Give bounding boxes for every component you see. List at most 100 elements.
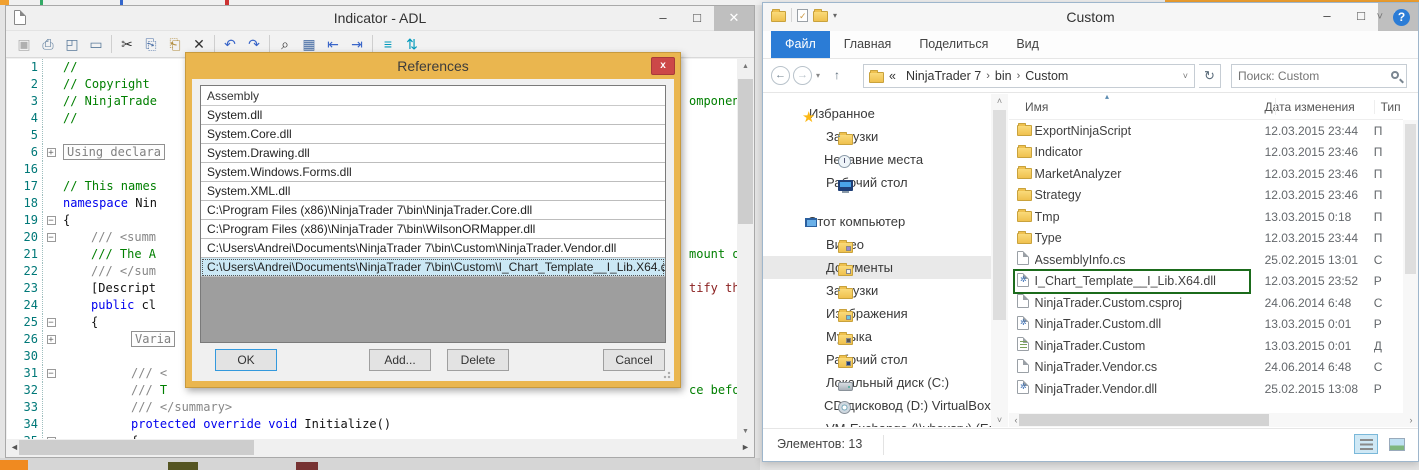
file-row[interactable]: ExportNinjaScript 12.03.2015 23:44 П xyxy=(1009,120,1403,142)
fold-marker[interactable]: − xyxy=(43,315,59,332)
fold-marker[interactable]: − xyxy=(43,230,59,247)
thumbnails-view-button[interactable] xyxy=(1384,434,1408,454)
minimize-button[interactable]: – xyxy=(1310,3,1344,31)
file-row[interactable]: I_Chart_Template__I_Lib.X64.dll 12.03.201… xyxy=(1009,268,1403,294)
dialog-close-button[interactable]: x xyxy=(651,57,675,75)
ribbon-tab-вид[interactable]: Вид xyxy=(1002,31,1053,58)
assembly-row[interactable]: C:\Users\Andrei\Documents\NinjaTrader 7\… xyxy=(201,258,665,277)
address-dropdown-icon[interactable]: ˅ xyxy=(1183,71,1194,81)
assembly-row[interactable]: C:\Program Files (x86)\NinjaTrader 7\bin… xyxy=(201,201,665,220)
editor-vertical-scrollbar[interactable]: ▲ ▼ xyxy=(737,59,754,439)
ok-button[interactable]: OK xyxy=(215,349,277,371)
minus-fold-icon[interactable]: − xyxy=(46,216,56,226)
details-view-button[interactable] xyxy=(1354,434,1378,454)
nav-section-0[interactable]: ★Избранное xyxy=(763,102,991,125)
scrollbar-thumb[interactable] xyxy=(993,110,1006,320)
assembly-row[interactable]: System.Windows.Forms.dll xyxy=(201,163,665,182)
nav-item[interactable]: VM-Exchange (\\vboxsrv) (E:) xyxy=(763,417,991,427)
cancel-button[interactable]: Cancel xyxy=(603,349,665,371)
print-preview-icon[interactable]: ◰ xyxy=(60,33,84,55)
recent-locations-icon[interactable]: ▾ xyxy=(816,71,820,80)
nav-item[interactable]: Рабочий стол xyxy=(763,171,991,194)
assembly-row[interactable]: System.XML.dll xyxy=(201,182,665,201)
maximize-button[interactable]: □ xyxy=(1344,3,1378,31)
dialog-titlebar[interactable]: References x xyxy=(186,53,680,79)
explorer-titlebar[interactable]: ▾ Custom – □ ✕ xyxy=(763,3,1418,31)
close-button[interactable]: ✕ xyxy=(714,6,754,31)
minus-fold-icon[interactable]: − xyxy=(46,233,56,243)
file-list-vertical-scrollbar[interactable] xyxy=(1403,120,1418,413)
nav-item[interactable]: Рабочий стол xyxy=(763,348,991,371)
column-header-name[interactable]: Имя ▴ xyxy=(1009,94,1265,114)
scrollbar-thumb[interactable] xyxy=(1019,414,1269,426)
assembly-row[interactable]: System.dll xyxy=(201,106,665,125)
nav-section-1[interactable]: Этот компьютер xyxy=(763,210,991,233)
search-input[interactable] xyxy=(1238,67,1378,85)
properties-icon[interactable]: ▭ xyxy=(84,33,108,55)
navigation-scrollbar[interactable]: ˄ ˅ xyxy=(991,94,1008,427)
column-divider[interactable] xyxy=(1275,98,1276,115)
address-bar[interactable]: « NinjaTrader 7 › bin › Custom ˅ xyxy=(863,64,1195,88)
nav-item[interactable]: Музыка xyxy=(763,325,991,348)
scrollbar-thumb[interactable] xyxy=(1405,124,1416,274)
cut-icon[interactable]: ✂ xyxy=(115,33,139,55)
file-row[interactable]: Indicator 12.03.2015 23:46 П xyxy=(1009,142,1403,164)
fold-marker[interactable]: − xyxy=(43,213,59,230)
nav-item[interactable]: ↓Загрузки xyxy=(763,279,991,302)
column-header-type[interactable]: Тип xyxy=(1373,99,1403,114)
ribbon-tab-файл[interactable]: Файл xyxy=(771,31,830,58)
nav-item[interactable]: ↓Загрузки xyxy=(763,125,991,148)
file-row[interactable]: NinjaTrader.Vendor.cs 24.06.2014 6:48 C xyxy=(1009,357,1403,379)
assembly-row[interactable]: System.Drawing.dll xyxy=(201,144,665,163)
column-header-date[interactable]: Дата изменения xyxy=(1265,100,1374,114)
scroll-up-icon[interactable]: ▲ xyxy=(737,59,754,74)
add-button[interactable]: Add... xyxy=(369,349,431,371)
ribbon-tab-поделиться[interactable]: Поделиться xyxy=(905,31,1002,58)
paste-icon[interactable]: ⎗ xyxy=(163,33,187,55)
breadcrumb-item[interactable]: Custom xyxy=(1020,69,1073,83)
file-row[interactable]: Strategy 12.03.2015 23:46 П xyxy=(1009,185,1403,207)
nav-item[interactable]: Видео xyxy=(763,233,991,256)
file-row[interactable]: NinjaTrader.Vendor.dll 25.02.2015 13:08 Р xyxy=(1009,378,1403,400)
scrollbar-thumb[interactable] xyxy=(19,440,254,455)
fold-marker[interactable]: + xyxy=(43,332,59,349)
breadcrumb-ellipsis[interactable]: « xyxy=(884,69,901,83)
maximize-button[interactable]: □ xyxy=(680,6,714,31)
nav-item[interactable]: Недавние места xyxy=(763,148,991,171)
minus-fold-icon[interactable]: − xyxy=(46,318,56,328)
nav-item[interactable]: Документы xyxy=(763,256,991,279)
copy-icon[interactable]: ⎘ xyxy=(139,33,163,55)
nav-item[interactable]: CD-дисковод (D:) VirtualBox Gu xyxy=(763,394,991,417)
minus-fold-icon[interactable]: − xyxy=(46,369,56,379)
fold-marker[interactable]: − xyxy=(43,366,59,383)
delete-button[interactable]: Delete xyxy=(447,349,509,371)
assembly-row[interactable]: C:\Users\Andrei\Documents\NinjaTrader 7\… xyxy=(201,239,665,258)
assembly-list[interactable]: Assembly System.dll System.Core.dll System… xyxy=(200,85,666,343)
scroll-down-icon[interactable]: ▼ xyxy=(737,424,754,439)
plus-fold-icon[interactable]: + xyxy=(46,335,56,345)
scroll-up-icon[interactable]: ˄ xyxy=(991,94,1008,108)
scroll-right-icon[interactable]: › xyxy=(1404,413,1418,427)
file-row[interactable]: Type 12.03.2015 23:44 П xyxy=(1009,228,1403,250)
expand-ribbon-icon[interactable]: ˅ xyxy=(1377,11,1383,23)
minimize-button[interactable]: – xyxy=(646,6,680,31)
nav-item[interactable]: Локальный диск (C:) xyxy=(763,371,991,394)
help-icon[interactable]: ? xyxy=(1393,8,1410,26)
refresh-button[interactable]: ↻ xyxy=(1199,64,1221,88)
editor-titlebar[interactable]: Indicator - ADL – □ ✕ xyxy=(6,6,754,31)
file-row[interactable]: NinjaTrader.Custom 13.03.2015 0:01 Д xyxy=(1009,335,1403,357)
breadcrumb-item[interactable]: bin xyxy=(990,69,1017,83)
scrollbar-thumb[interactable] xyxy=(738,79,753,224)
forward-button[interactable]: → xyxy=(793,66,812,85)
fold-marker[interactable]: + xyxy=(43,145,59,162)
back-button[interactable]: ← xyxy=(771,66,790,85)
editor-horizontal-scrollbar[interactable]: ◄ ► xyxy=(7,439,753,456)
save-icon[interactable]: ▣ xyxy=(12,33,36,55)
breadcrumb-item[interactable]: NinjaTrader 7 xyxy=(901,69,986,83)
assembly-row[interactable]: System.Core.dll xyxy=(201,125,665,144)
assembly-row[interactable]: C:\Program Files (x86)\NinjaTrader 7\bin… xyxy=(201,220,665,239)
file-row[interactable]: Tmp 13.03.2015 0:18 П xyxy=(1009,206,1403,228)
scroll-down-icon[interactable]: ˅ xyxy=(991,413,1008,427)
nav-item[interactable]: Изображения xyxy=(763,302,991,325)
resize-grip[interactable] xyxy=(661,369,671,379)
